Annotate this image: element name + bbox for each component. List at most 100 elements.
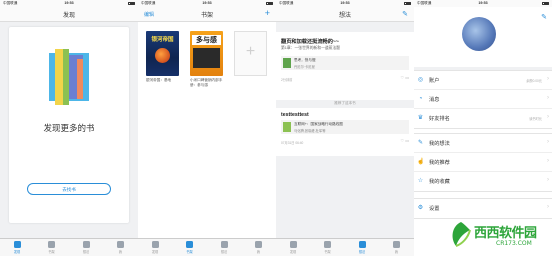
thought-card[interactable]: 翻页和加载还挺流畅的~~ 第1章：一张世界的新和一道蒸法题 思考，快与慢 丹尼尔… [276,32,414,100]
book-quote[interactable]: 思考，快与慢 丹尼尔·卡尼曼 [281,56,409,70]
leaf-logo-icon [452,222,471,247]
bookshelf-icon [48,241,55,248]
clock: 19:53 [64,1,74,5]
screen-bookshelf: 中国联通 19:53 编辑 书架 + 银河帝国 银河帝国：基地 多与感 小米口碑… [138,0,276,256]
watermark-text: 西西软件园 [474,226,537,241]
menu-item-messages[interactable]: ◔ 消息 › [414,90,552,109]
post-actions[interactable]: ♡ ▭ [401,138,409,143]
book-quote[interactable]: 互联网+：国家战略行动路线图 马化腾,张晓峰,杜军等 [281,120,409,134]
post-time: 07月31日 06:40 [281,141,304,145]
thought-card[interactable]: testtesttest 互联网+：国家战略行动路线图 马化腾,张晓峰,杜军等 … [276,108,414,156]
book-item[interactable]: 多与感 小米口碑营销内部手册：参与感 [190,31,223,87]
tab-bar: 发现 书架 想法 我 [276,238,414,256]
chat-bubble-icon [220,241,228,248]
watermark-url: CR173.COM [496,240,532,247]
tab-me[interactable]: 我 [242,241,276,254]
status-bar: 中国联通 19:53 [414,0,552,7]
thought-title: 翻页和加载还挺流畅的~~ [281,39,339,45]
recommend-label: 推荐了这本书 [334,101,356,105]
menu-item-account[interactable]: ◎ 账户 余额0.00元 › [414,71,552,90]
gear-icon: ⚙ [417,204,424,211]
book-title: 小米口碑营销内部手册：参与感 [190,78,223,87]
tab-thoughts[interactable]: 想法 [345,241,379,254]
chevron-right-icon: › [547,114,549,120]
chevron-right-icon: › [547,177,549,183]
discover-headline: 发现更多的书 [43,124,95,134]
nav-bar: 编辑 书架 + [138,7,276,22]
book-stack-illustration [49,49,89,105]
status-bar: 中国联通 19:53 [0,0,138,7]
quote-book-author: 丹尼尔·卡尼曼 [294,64,315,69]
menu-group-settings: ⚙ 设置 › [414,198,552,219]
find-books-button[interactable]: 去找书 [27,183,111,195]
post-actions[interactable]: ♡ ▭ [401,75,409,80]
battery-icon [404,1,411,5]
menu-item-my-thoughts[interactable]: ✎ 我的想法 › [414,134,552,153]
page-title: 书架 [200,13,213,19]
plus-icon: + [245,43,256,60]
tab-discover[interactable]: 发现 [276,241,310,254]
book-title: 银河帝国：基地 [146,78,172,82]
clock: 19:53 [202,1,212,5]
add-book-button[interactable]: + [265,8,270,18]
status-bar: 中国联通 19:53 [138,0,276,7]
compass-icon [13,241,21,248]
cover-graphic [193,48,220,68]
quote-book-title: 互联网+：国家战略行动路线图 [294,122,343,126]
quote-book-author: 马化腾,张晓峰,杜军等 [294,128,326,133]
book-thumb [283,58,291,68]
profile-header: ✎ [414,7,552,67]
chevron-right-icon: › [547,158,549,164]
chevron-right-icon: › [547,204,549,210]
book-item[interactable]: 银河帝国 银河帝国：基地 [146,31,179,87]
nav-bar: 发现 [0,7,138,22]
bookshelf-icon [186,241,193,248]
menu-group-mine: ✎ 我的想法 › ☝ 我的推荐 › ☆ 我的收藏 › [414,133,552,192]
battery-icon [542,1,549,5]
chat-bubble-icon [82,241,90,248]
compose-icon[interactable]: ✎ [402,10,408,18]
thumb-icon: ☝ [417,158,425,165]
tab-thoughts[interactable]: 想法 [207,241,241,254]
bookshelf-icon [324,241,331,248]
quote-book-title: 思考，快与慢 [294,58,316,62]
tab-me[interactable]: 我 [380,241,414,254]
tab-bookshelf[interactable]: 书架 [173,241,207,254]
battery-icon [266,1,273,5]
menu-item-settings[interactable]: ⚙ 设置 › [414,199,552,218]
bell-icon: ◔ [418,95,423,102]
coin-icon: ◎ [417,76,424,83]
page-title: 发现 [62,13,75,19]
tab-discover[interactable]: 发现 [138,241,172,254]
tab-thoughts[interactable]: 想法 [69,241,103,254]
tab-bookshelf[interactable]: 书架 [35,241,69,254]
menu-item-my-favorites[interactable]: ☆ 我的收藏 › [414,172,552,191]
tab-me[interactable]: 我 [104,241,138,254]
tab-bookshelf[interactable]: 书架 [311,241,345,254]
tab-discover[interactable]: 发现 [0,241,34,254]
book-cover: 多与感 [190,31,223,76]
book-thumb [283,122,291,132]
nav-bar: 想法 ✎ [276,7,414,22]
edit-profile-icon[interactable]: ✎ [541,13,547,21]
person-icon [393,241,400,248]
tab-bar: 发现 书架 想法 我 [138,238,276,256]
person-icon [117,241,124,248]
compass-icon [289,241,297,248]
chevron-right-icon: › [547,76,549,82]
menu-item-my-recommend[interactable]: ☝ 我的推荐 › [414,153,552,172]
thought-chapter: 第1章：一张世界的新和一道蒸法题 [281,46,341,50]
compass-icon [151,241,159,248]
planet-graphic [155,48,170,63]
discover-card: 发现更多的书 去找书 [9,27,129,223]
screen-discover: 中国联通 19:53 发现 发现更多的书 去找书 发现 书架 想法 我 [0,0,138,256]
book-cover: 银河帝国 [146,31,179,76]
pencil-icon: ✎ [417,139,424,146]
add-book-slot[interactable]: + [234,31,267,76]
chevron-right-icon: › [547,95,549,101]
clock: 19:53 [478,1,488,5]
avatar[interactable] [462,17,496,51]
tab-bar: 发现 书架 想法 我 [0,238,138,256]
bookshelf-grid: 银河帝国 银河帝国：基地 多与感 小米口碑营销内部手册：参与感 + [138,22,276,238]
menu-item-friend-ranking[interactable]: ♛ 好友排名 读书时长 › [414,109,552,128]
